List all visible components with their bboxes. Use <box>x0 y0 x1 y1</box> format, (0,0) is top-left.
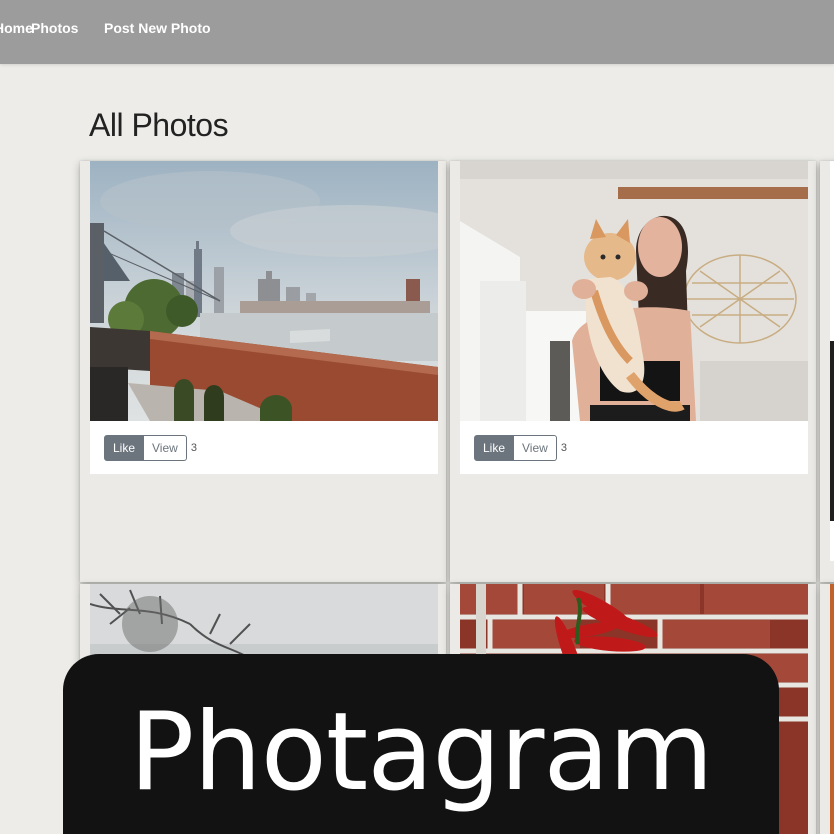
app-title-banner: Photagram <box>63 654 779 834</box>
photo-partial[interactable] <box>830 341 834 521</box>
app-title: Photagram <box>129 690 714 815</box>
photo-card <box>820 584 834 834</box>
photo-card-body: Like View 3 <box>90 161 438 474</box>
page-title: All Photos <box>89 107 229 143</box>
top-navbar: Home Photos Post New Photo <box>0 0 834 64</box>
photo-card-body: Like View 3 <box>460 161 808 474</box>
nav-photos-link[interactable]: Photos <box>31 20 78 36</box>
photo-card: Like View 3 <box>80 161 446 582</box>
photo-card-body <box>830 161 834 561</box>
photo-actions: Like View 3 <box>104 435 197 461</box>
photo-woman-with-cat[interactable] <box>460 161 808 421</box>
photo-city-skyline[interactable] <box>90 161 438 421</box>
photo-actions: Like View 3 <box>474 435 567 461</box>
like-button[interactable]: Like <box>474 435 515 461</box>
photo-card: Like View 3 <box>450 161 816 582</box>
like-button[interactable]: Like <box>104 435 145 461</box>
view-button[interactable]: View <box>514 435 557 461</box>
like-count: 3 <box>560 442 567 454</box>
like-count: 3 <box>190 442 197 454</box>
nav-home-link[interactable]: Home <box>0 20 33 36</box>
photo-partial[interactable] <box>830 584 834 834</box>
view-button[interactable]: View <box>144 435 187 461</box>
photo-card <box>820 161 834 582</box>
nav-post-new-photo-link[interactable]: Post New Photo <box>104 20 211 36</box>
